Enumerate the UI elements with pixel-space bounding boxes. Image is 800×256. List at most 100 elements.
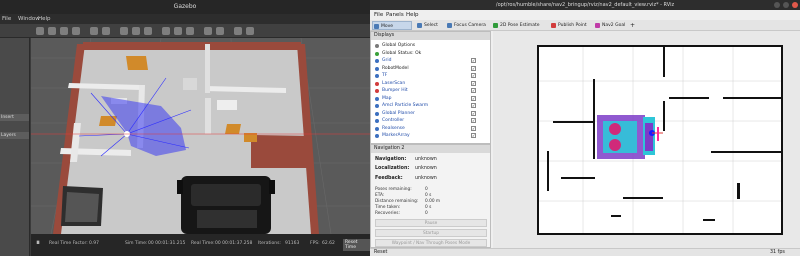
camera-icon[interactable] [234,27,242,35]
recoveries-row: Recoveries: 0 [375,211,428,216]
rviz-menu-file[interactable]: File [374,10,383,20]
display-enable-checkbox[interactable]: ✓ [471,118,476,123]
gazebo-menu-help[interactable]: Help [38,14,51,24]
rviz-menu-panels[interactable]: Panels [386,10,404,20]
select-tool-icon[interactable] [36,27,44,35]
nav2-goal-tool[interactable]: Nav2 Goal [594,21,626,30]
gazebo-menubar: File Window Help [0,14,370,24]
feedback-value: unknown [415,176,437,181]
display-item-label: Realsense [382,125,405,131]
eta-value: 0 s [425,193,432,198]
navigation-label: Navigation: [375,157,407,162]
display-enable-checkbox[interactable]: ✓ [471,73,476,78]
select-label: Select [424,23,438,28]
copy-icon[interactable] [174,27,182,35]
publish-point-tool[interactable]: Publish Point [550,21,590,30]
minimize-icon[interactable] [774,2,780,8]
costmap-strip [645,123,653,151]
display-enable-checkbox[interactable]: ✓ [471,103,476,108]
rviz-menu-help[interactable]: Help [406,10,419,20]
display-item[interactable]: Map ✓ [375,95,489,102]
record-icon[interactable] [246,27,254,35]
display-type-icon [375,111,379,116]
distance-value: 0.00 m [425,199,441,204]
rviz-reset-button[interactable]: Reset [374,249,387,256]
display-enable-checkbox[interactable]: ✓ [471,133,476,138]
gazebo-tab-layers[interactable]: Layers [0,132,29,139]
time-taken-label: Time taken: [375,205,401,210]
gazebo-menu-window[interactable]: Window [18,14,40,24]
localization-value: unknown [415,166,437,171]
waypoint-mode-button[interactable]: Waypoint / Nav Through Poses Mode [375,239,487,247]
pose-estimate-tool[interactable]: 2D Pose Estimate [492,21,546,30]
reset-time-button[interactable]: Reset Time [343,239,370,251]
add-tool-button[interactable]: + [628,21,638,30]
display-item[interactable]: LaserScan ✓ [375,80,489,87]
display-item-label: Amcl Particle Swarm [382,103,429,108]
maximize-icon[interactable] [783,2,789,8]
display-enable-checkbox[interactable]: ✓ [471,58,476,63]
select-tool[interactable]: Select [416,21,442,30]
gazebo-3d-viewport[interactable] [31,38,370,234]
rviz-window: /opt/ros/humble/share/nav2_bringup/rviz/… [370,0,800,256]
redo-icon[interactable] [102,27,110,35]
display-item[interactable]: Amcl Particle Swarm ✓ [375,103,489,109]
scale-tool-icon[interactable] [72,27,80,35]
display-item[interactable]: Global Status: Ok [375,51,489,57]
display-item-label: MarkerArray [382,133,410,138]
paste-icon[interactable] [186,27,194,35]
display-enable-checkbox[interactable]: ✓ [471,65,476,71]
display-item[interactable]: RobotModel ✓ [375,65,489,72]
display-enable-checkbox[interactable]: ✓ [471,80,476,86]
snap-icon[interactable] [216,27,224,35]
display-enable-checkbox[interactable]: ✓ [471,110,476,116]
display-item-label: Controller [382,118,405,123]
display-item[interactable]: Bumper Hit ✓ [375,88,489,94]
nav2-goal-icon [595,23,600,28]
display-item[interactable]: Realsense ✓ [375,125,489,132]
undo-icon[interactable] [90,27,98,35]
startup-button[interactable]: Startup [375,229,487,237]
recoveries-value: 0 [425,211,428,216]
pose-estimate-label: 2D Pose Estimate [500,23,540,28]
display-type-icon [375,134,379,138]
display-item[interactable]: Global Options [375,43,489,49]
display-item[interactable]: Grid ✓ [375,58,489,64]
rtf-label: Real Time Factor: [49,241,88,246]
pause-button[interactable]: ⏸ [36,238,40,248]
iterations-value: 91163 [285,241,300,246]
navigation-status-row: Navigation: unknown [375,157,437,162]
gazebo-toolbar [0,24,370,38]
gazebo-side-panel: World Insert Layers [0,24,30,256]
rotate-tool-icon[interactable] [60,27,68,35]
display-enable-checkbox[interactable]: ✓ [471,95,476,101]
display-item[interactable]: MarkerArray ✓ [375,133,489,139]
display-enable-checkbox[interactable]: ✓ [471,125,476,131]
translate-tool-icon[interactable] [48,27,56,35]
focus-camera-tool[interactable]: Focus Camera [446,21,488,30]
sphere-shape-icon[interactable] [132,27,140,35]
focus-camera-icon [447,23,452,28]
display-item[interactable]: Controller ✓ [375,118,489,124]
gazebo-tab-insert[interactable]: Insert [0,114,29,121]
move-camera-tool[interactable]: Move Camera [372,21,412,38]
localization-status-row: Localization: unknown [375,166,437,171]
poses-label: Poses remaining: [375,187,412,192]
display-item-label: Map [382,95,392,101]
align-icon[interactable] [204,27,212,35]
nav2-goal-label: Nav2 Goal [602,23,626,28]
display-item[interactable]: TF ✓ [375,73,489,79]
cylinder-shape-icon[interactable] [144,27,152,35]
pause-navigation-button[interactable]: Pause [375,219,487,227]
rviz-fps: 31 fps [770,250,785,255]
close-icon[interactable] [792,2,798,8]
light-icon[interactable] [162,27,170,35]
gazebo-menu-file[interactable]: File [2,14,11,24]
navigation2-panel: Navigation 2 Navigation: unknown Localiza… [370,144,491,248]
rviz-map-view[interactable] [493,31,800,248]
time-taken-row: Time taken: 0 s [375,205,431,210]
fps-label: FPS: [310,241,320,246]
display-enable-checkbox[interactable]: ✓ [471,88,476,93]
display-item[interactable]: Global Planner ✓ [375,110,489,117]
box-shape-icon[interactable] [120,27,128,35]
